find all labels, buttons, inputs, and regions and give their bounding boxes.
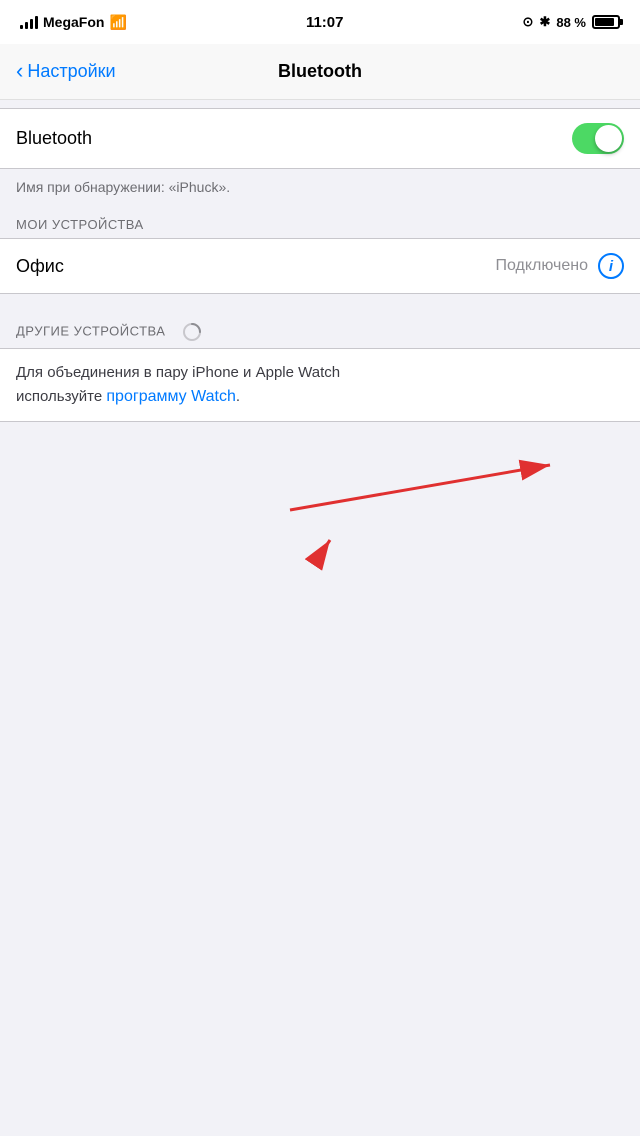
signal-bar-2: [25, 22, 28, 29]
nav-bar: ‹ Настройки Bluetooth: [0, 44, 640, 100]
bluetooth-toggle[interactable]: [572, 123, 624, 154]
other-devices-section: ДРУГИЕ УСТРОЙСТВА Для объединения в пару…: [0, 314, 640, 422]
other-devices-header: ДРУГИЕ УСТРОЙСТВА: [0, 314, 640, 348]
bluetooth-row: Bluetooth: [0, 109, 640, 168]
back-chevron-icon: ‹: [16, 60, 23, 82]
device-status: Подключено: [495, 257, 588, 275]
settings-content: Bluetooth Имя при обнаружении: «iPhuck».…: [0, 108, 640, 422]
status-bar: MegaFon 📶 11:07 ⊙ ✱ 88 %: [0, 0, 640, 44]
device-name: Офис: [16, 256, 64, 277]
signal-bar-4: [35, 16, 38, 29]
device-info-button[interactable]: i: [598, 253, 624, 279]
battery-fill: [595, 18, 614, 26]
watch-text-end: .: [236, 388, 240, 405]
carrier-name: MegaFon: [43, 14, 104, 30]
toggle-thumb: [595, 125, 622, 152]
device-right: Подключено i: [495, 253, 624, 279]
signal-bar-3: [30, 19, 33, 29]
device-row-ofis: Офис Подключено i: [0, 238, 640, 294]
status-left: MegaFon 📶: [20, 14, 127, 31]
bluetooth-section: Bluetooth: [0, 108, 640, 169]
bluetooth-status-icon: ✱: [539, 14, 550, 30]
status-right: ⊙ ✱ 88 %: [523, 14, 620, 30]
location-icon: ⊙: [523, 14, 534, 30]
watch-text-2: используйте: [16, 388, 106, 405]
wifi-icon: 📶: [109, 14, 126, 31]
discovery-text: Имя при обнаружении: «iPhuck».: [0, 169, 640, 209]
signal-bar-1: [20, 25, 23, 29]
battery-percent: 88 %: [556, 15, 586, 30]
watch-link[interactable]: программу Watch: [106, 388, 235, 405]
nav-title: Bluetooth: [278, 61, 362, 82]
bluetooth-label: Bluetooth: [16, 128, 92, 149]
back-button[interactable]: ‹ Настройки: [16, 61, 116, 82]
battery-icon: [592, 15, 620, 29]
my-devices-section: МОИ УСТРОЙСТВА Офис Подключено i: [0, 209, 640, 294]
loading-spinner: [182, 322, 202, 342]
status-time: 11:07: [306, 14, 344, 31]
back-label: Настройки: [27, 61, 115, 82]
my-devices-header: МОИ УСТРОЙСТВА: [0, 209, 640, 238]
watch-info: Для объединения в пару iPhone и Apple Wa…: [0, 348, 640, 422]
watch-text-1: Для объединения в пару iPhone и Apple Wa…: [16, 364, 340, 381]
signal-bars: [20, 15, 38, 29]
